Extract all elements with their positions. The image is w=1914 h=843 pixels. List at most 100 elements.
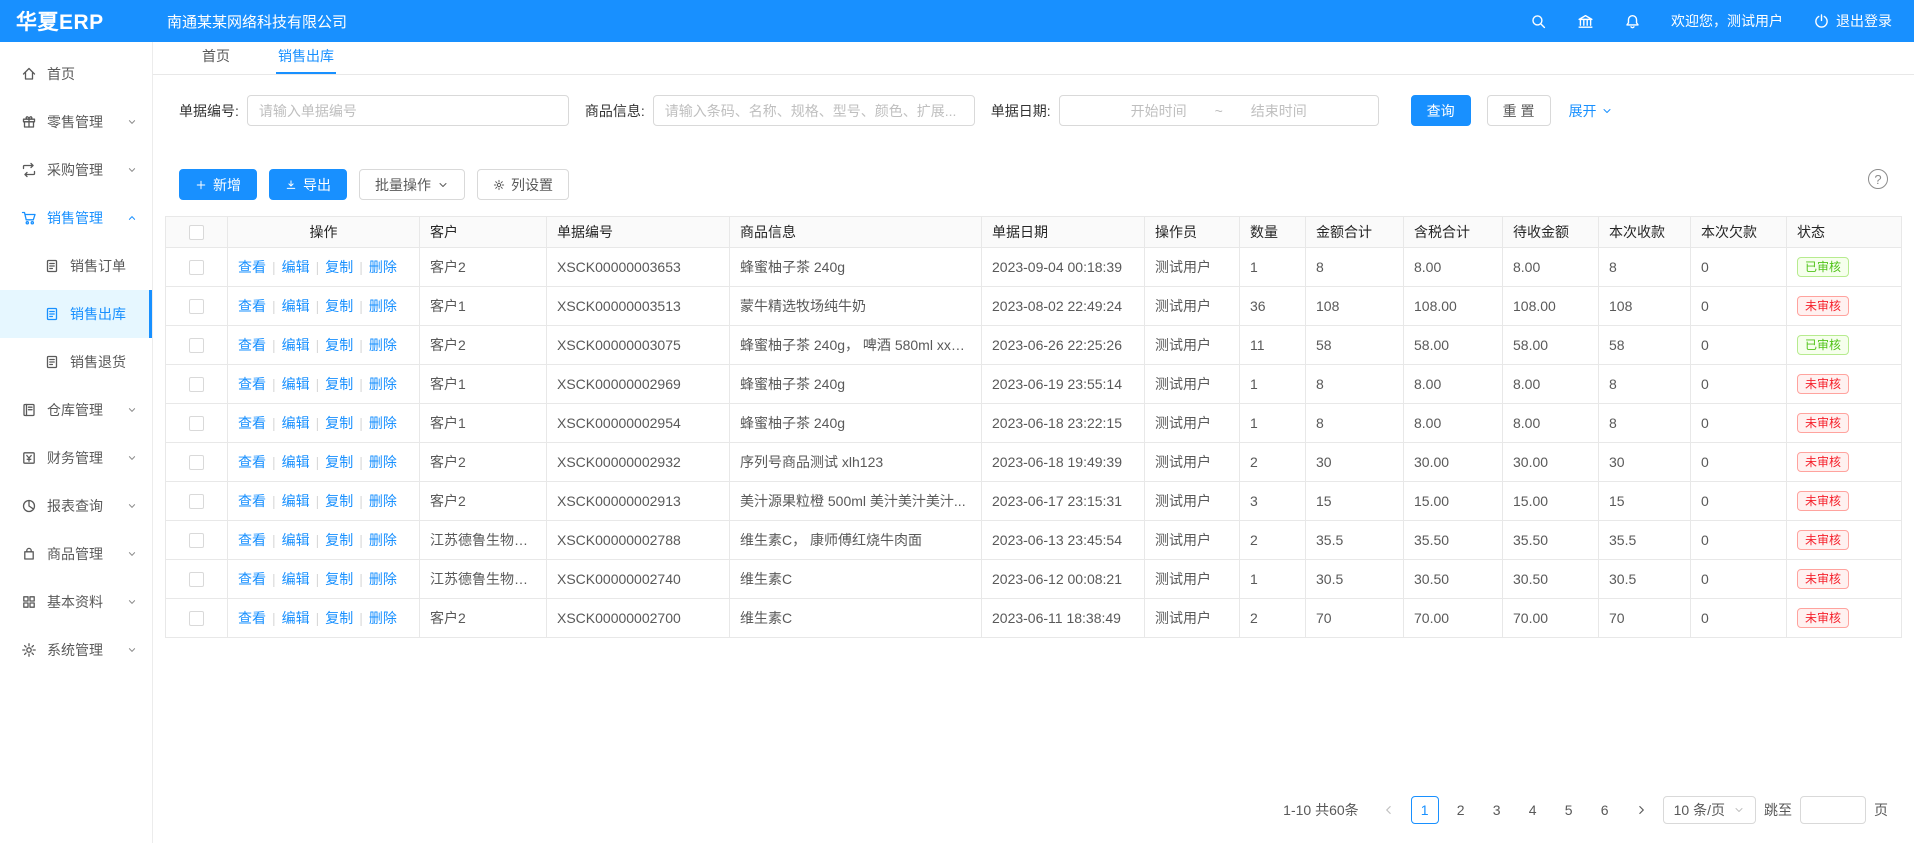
page-size-select[interactable]: 10 条/页 — [1663, 796, 1756, 824]
delete-link[interactable]: 删除 — [369, 415, 397, 431]
date-range-picker[interactable]: 开始时间 ~ 结束时间 — [1059, 95, 1379, 126]
cell-tax-total: 30.00 — [1404, 443, 1503, 482]
company-name: 南通某某网络科技有限公司 — [167, 11, 347, 32]
row-checkbox[interactable] — [189, 416, 204, 431]
sidebar-item-report[interactable]: 报表查询 — [0, 482, 152, 530]
select-all-checkbox[interactable] — [189, 225, 204, 240]
edit-link[interactable]: 编辑 — [282, 571, 310, 587]
sidebar-item-retail[interactable]: 零售管理 — [0, 98, 152, 146]
sidebar-item-finance[interactable]: 财务管理 — [0, 434, 152, 482]
page-number-3[interactable]: 3 — [1483, 796, 1511, 824]
view-link[interactable]: 查看 — [238, 259, 266, 275]
sidebar-item-sale-out[interactable]: 销售出库 — [0, 290, 152, 338]
page-number-1[interactable]: 1 — [1411, 796, 1439, 824]
export-button[interactable]: 导出 — [269, 169, 347, 200]
row-checkbox[interactable] — [189, 260, 204, 275]
delete-link[interactable]: 删除 — [369, 454, 397, 470]
delete-link[interactable]: 删除 — [369, 493, 397, 509]
delete-link[interactable]: 删除 — [369, 259, 397, 275]
material-input[interactable] — [653, 95, 975, 126]
sidebar-item-material[interactable]: 商品管理 — [0, 530, 152, 578]
delete-link[interactable]: 删除 — [369, 532, 397, 548]
sidebar-item-warehouse[interactable]: 仓库管理 — [0, 386, 152, 434]
copy-link[interactable]: 复制 — [325, 493, 353, 509]
delete-link[interactable]: 删除 — [369, 298, 397, 314]
view-link[interactable]: 查看 — [238, 298, 266, 314]
bank-icon[interactable] — [1577, 13, 1594, 30]
bill-no-input[interactable] — [247, 95, 569, 126]
tab-sale-out[interactable]: 销售出库 — [276, 40, 336, 74]
tab-home[interactable]: 首页 — [200, 40, 232, 74]
search-button[interactable]: 查询 — [1411, 95, 1471, 126]
row-checkbox[interactable] — [189, 494, 204, 509]
page-number-6[interactable]: 6 — [1591, 796, 1619, 824]
view-link[interactable]: 查看 — [238, 493, 266, 509]
sidebar-item-purchase[interactable]: 采购管理 — [0, 146, 152, 194]
copy-link[interactable]: 复制 — [325, 415, 353, 431]
view-link[interactable]: 查看 — [238, 532, 266, 548]
delete-link[interactable]: 删除 — [369, 337, 397, 353]
page-number-5[interactable]: 5 — [1555, 796, 1583, 824]
view-link[interactable]: 查看 — [238, 610, 266, 626]
edit-link[interactable]: 编辑 — [282, 532, 310, 548]
view-link[interactable]: 查看 — [238, 376, 266, 392]
row-checkbox[interactable] — [189, 533, 204, 548]
search-icon[interactable] — [1530, 13, 1547, 30]
edit-link[interactable]: 编辑 — [282, 337, 310, 353]
add-button[interactable]: 新增 — [179, 169, 257, 200]
row-checkbox[interactable] — [189, 572, 204, 587]
row-checkbox[interactable] — [189, 299, 204, 314]
edit-link[interactable]: 编辑 — [282, 259, 310, 275]
sidebar-item-sale-order[interactable]: 销售订单 — [0, 242, 152, 290]
sidebar-item-basic[interactable]: 基本资料 — [0, 578, 152, 626]
delete-link[interactable]: 删除 — [369, 571, 397, 587]
edit-link[interactable]: 编辑 — [282, 610, 310, 626]
copy-link[interactable]: 复制 — [325, 571, 353, 587]
edit-link[interactable]: 编辑 — [282, 298, 310, 314]
column-settings-button[interactable]: 列设置 — [477, 169, 569, 200]
copy-link[interactable]: 复制 — [325, 337, 353, 353]
edit-link[interactable]: 编辑 — [282, 415, 310, 431]
row-checkbox[interactable] — [189, 611, 204, 626]
row-checkbox[interactable] — [189, 377, 204, 392]
edit-link[interactable]: 编辑 — [282, 454, 310, 470]
row-checkbox[interactable] — [189, 338, 204, 353]
view-link[interactable]: 查看 — [238, 415, 266, 431]
copy-link[interactable]: 复制 — [325, 532, 353, 548]
reset-button[interactable]: 重 置 — [1487, 95, 1551, 126]
edit-link[interactable]: 编辑 — [282, 376, 310, 392]
copy-link[interactable]: 复制 — [325, 298, 353, 314]
page-number-4[interactable]: 4 — [1519, 796, 1547, 824]
logout-button[interactable]: 退出登录 — [1813, 11, 1892, 31]
logout-icon — [1813, 13, 1830, 30]
delete-link[interactable]: 删除 — [369, 610, 397, 626]
expand-toggle[interactable]: 展开 — [1569, 101, 1613, 121]
next-page-button[interactable] — [1627, 796, 1655, 824]
delete-link[interactable]: 删除 — [369, 376, 397, 392]
plus-icon — [195, 179, 207, 191]
view-link[interactable]: 查看 — [238, 337, 266, 353]
sidebar-item-sale[interactable]: 销售管理 — [0, 194, 152, 242]
edit-link[interactable]: 编辑 — [282, 493, 310, 509]
sidebar-item-label: 采购管理 — [47, 160, 116, 180]
sidebar-item-system[interactable]: 系统管理 — [0, 626, 152, 674]
cell-received: 8 — [1599, 365, 1691, 404]
view-link[interactable]: 查看 — [238, 454, 266, 470]
bell-icon[interactable] — [1624, 13, 1641, 30]
view-link[interactable]: 查看 — [238, 571, 266, 587]
batch-actions-button[interactable]: 批量操作 — [359, 169, 465, 200]
page-number-2[interactable]: 2 — [1447, 796, 1475, 824]
sidebar-item-sale-return[interactable]: 销售退货 — [0, 338, 152, 386]
copy-link[interactable]: 复制 — [325, 610, 353, 626]
row-checkbox[interactable] — [189, 455, 204, 470]
copy-link[interactable]: 复制 — [325, 454, 353, 470]
copy-link[interactable]: 复制 — [325, 376, 353, 392]
jump-page-input[interactable] — [1800, 796, 1866, 824]
prev-page-button[interactable] — [1375, 796, 1403, 824]
cell-qty: 1 — [1240, 404, 1306, 443]
help-icon[interactable]: ? — [1868, 169, 1888, 189]
chevron-down-icon — [126, 596, 138, 608]
copy-link[interactable]: 复制 — [325, 259, 353, 275]
date-separator: ~ — [1215, 103, 1223, 119]
sidebar-item-home[interactable]: 首页 — [0, 50, 152, 98]
